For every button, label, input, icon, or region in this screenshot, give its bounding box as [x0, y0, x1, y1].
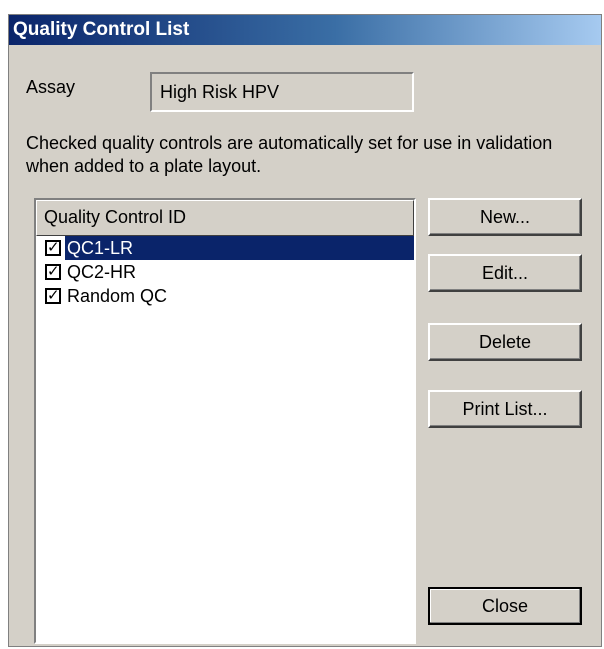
list-item-label: Random QC [67, 286, 168, 306]
edit-button[interactable]: Edit... [428, 254, 582, 292]
checkbox[interactable]: ✓ [45, 264, 61, 280]
assay-label: Assay [26, 77, 76, 97]
list-item-label: QC1-LR [65, 236, 136, 260]
delete-button[interactable]: Delete [428, 323, 582, 361]
print-list-button[interactable]: Print List... [428, 390, 582, 428]
quality-control-list[interactable]: Quality Control ID ✓ QC1-LR ✓ QC2-HR ✓ R… [34, 198, 416, 644]
checkbox[interactable]: ✓ [45, 288, 61, 304]
checkbox[interactable]: ✓ [45, 240, 61, 256]
description-text: Checked quality controls are automatical… [26, 133, 553, 176]
new-button[interactable]: New... [428, 198, 582, 236]
list-item-label: QC2-HR [67, 262, 137, 282]
list-item[interactable]: ✓ QC1-LR [36, 236, 414, 260]
column-header-quality-control-id[interactable]: Quality Control ID [36, 200, 414, 236]
list-item[interactable]: ✓ Random QC [36, 284, 414, 308]
quality-control-dialog: Quality Control List Assay High Risk HPV… [8, 14, 602, 647]
close-button[interactable]: Close [428, 587, 582, 625]
assay-field: High Risk HPV [150, 72, 414, 112]
title-bar: Quality Control List [9, 15, 601, 45]
list-item[interactable]: ✓ QC2-HR [36, 260, 414, 284]
